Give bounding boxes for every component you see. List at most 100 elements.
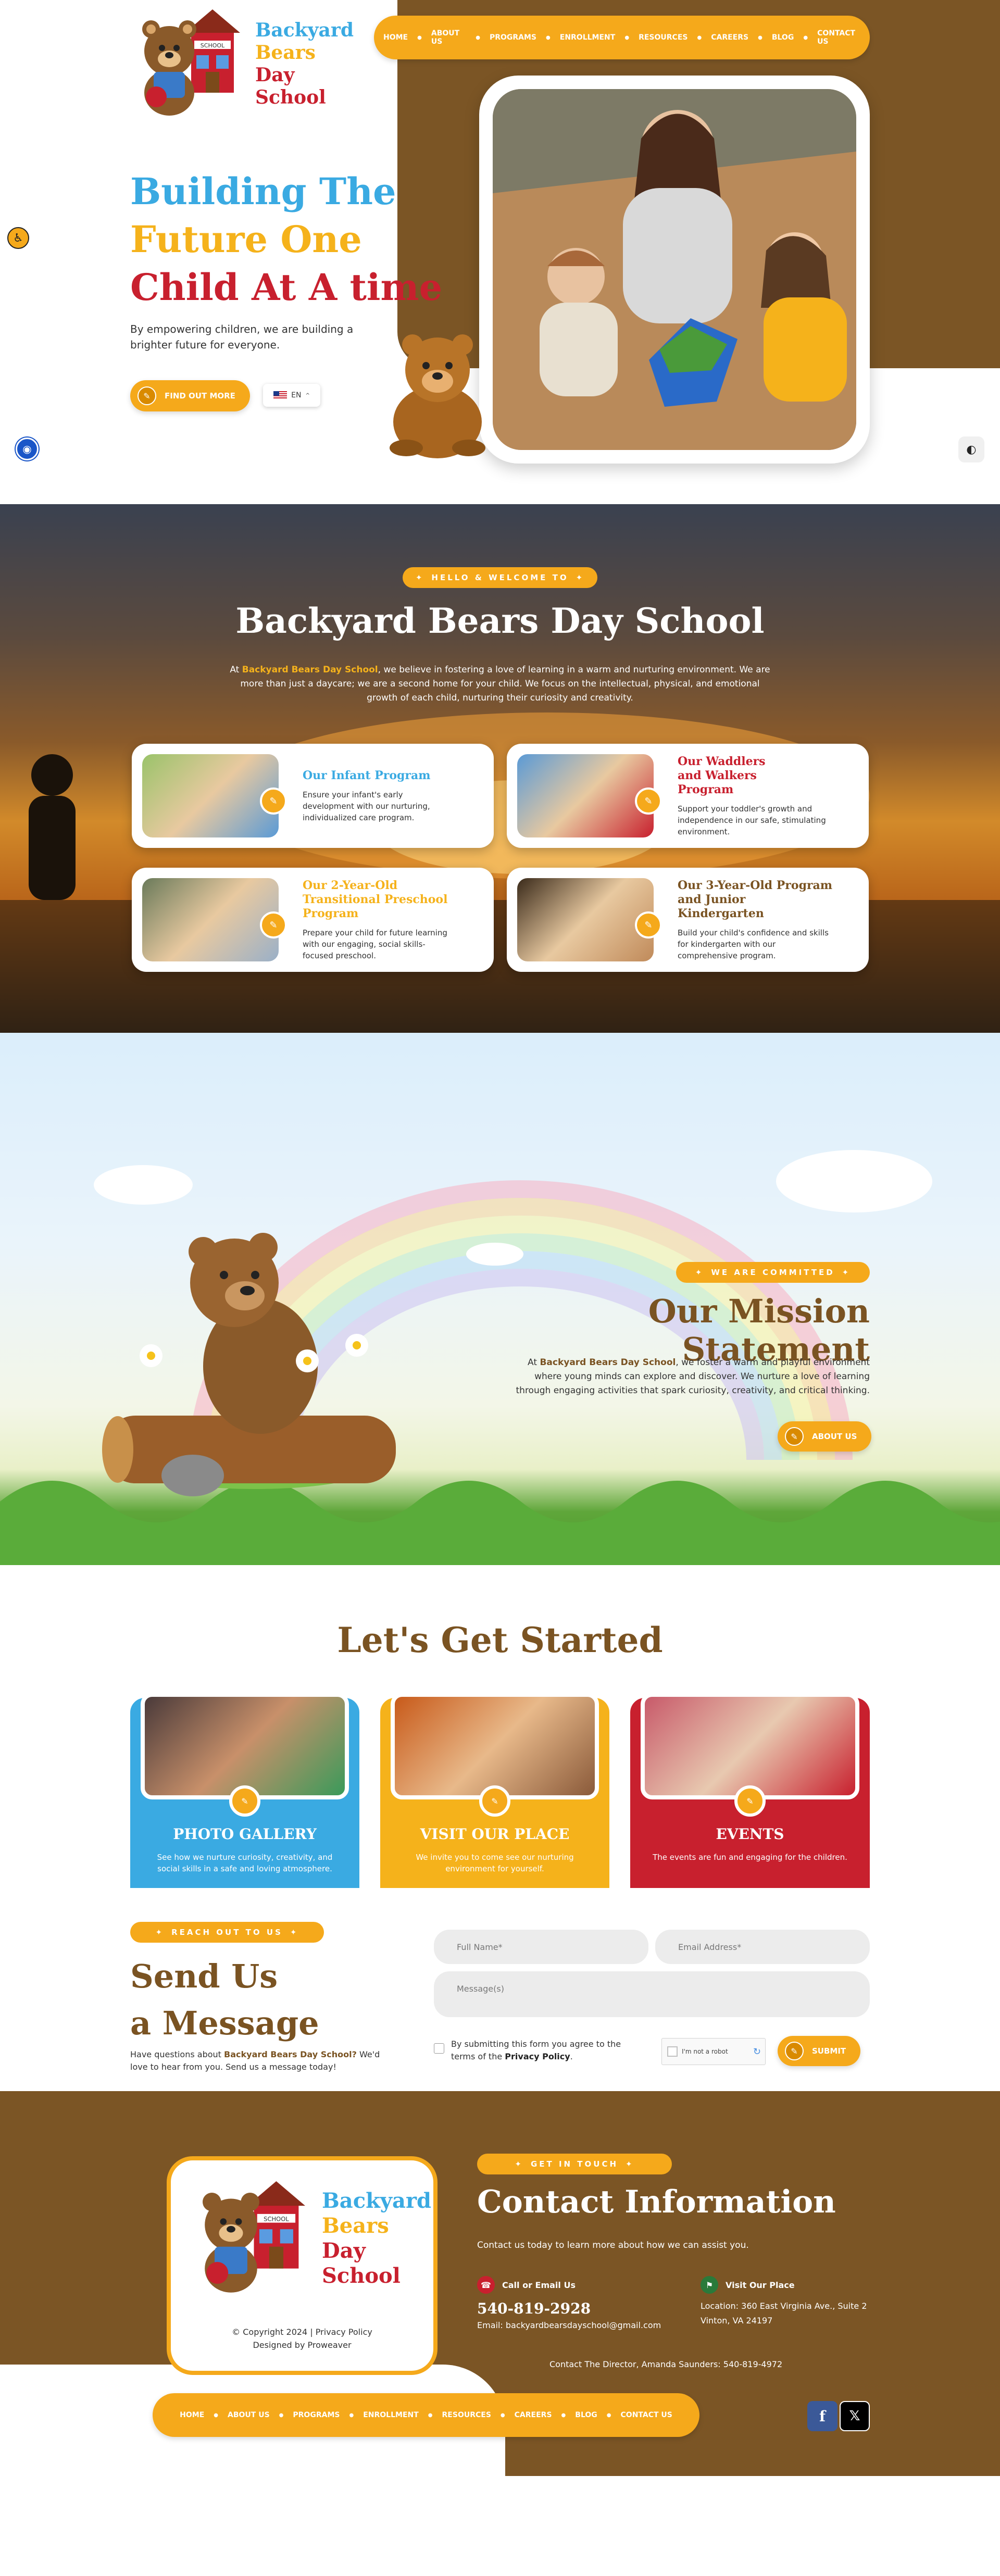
logo-line-3: Day [322, 2239, 366, 2263]
footer-nav-blog[interactable]: BLOG [566, 2411, 607, 2419]
nav-resources[interactable]: RESOURCES [629, 33, 697, 42]
user-way-icon[interactable]: ◉ [16, 437, 39, 460]
footer-nav-contact-us[interactable]: CONTACT US [611, 2411, 682, 2419]
mission-pill: ✦ WE ARE COMMITTED ✦ [676, 1262, 870, 1283]
mission-section: ✦ WE ARE COMMITTED ✦ Our Mission Stateme… [0, 1033, 1000, 1565]
privacy-policy-link[interactable]: Privacy Policy [505, 2052, 570, 2061]
card-text: See how we nurture curiosity, creativity… [157, 1853, 333, 1873]
recaptcha-widget[interactable]: I'm not a robot ↻ [661, 2038, 766, 2065]
theme-toggle-icon[interactable]: ◐ [958, 436, 984, 462]
nav-separator-dot: ● [803, 34, 808, 41]
footer-nav: HOME ● ABOUT US ● PROGRAMS ● ENROLLMENT ● RE… [153, 2393, 699, 2437]
send-message-text: Have questions about Backyard Bears Day … [130, 2048, 380, 2073]
location-text: Location: 360 East Virginia Ave., Suite … [701, 2301, 867, 2325]
send-message-text-brand: Backyard Bears Day School? [224, 2049, 357, 2059]
footer-nav-about-us[interactable]: ABOUT US [218, 2411, 279, 2419]
card-events[interactable]: ✎ EVENTS The events are fun and engaging… [630, 1693, 870, 1917]
program-photo: ✎ [142, 754, 287, 837]
nav-programs[interactable]: PROGRAMS [480, 33, 546, 42]
star-icon: ✦ [576, 573, 585, 582]
card-photo [141, 1693, 349, 1799]
star-icon: ✦ [155, 1928, 165, 1937]
us-flag-icon [273, 391, 288, 399]
nav-separator-dot: ● [500, 2412, 505, 2418]
hero-section: SCHOOL Backyard Bears Day School HOME ● A… [0, 0, 1000, 504]
designed-by-text[interactable]: Designed by Proweaver [171, 2340, 433, 2350]
footer-nav-careers[interactable]: CAREERS [505, 2411, 561, 2419]
accessibility-icon[interactable]: ♿ [7, 227, 29, 249]
hero-title-line-1: Building The [130, 170, 396, 213]
message-textarea[interactable]: Message(s) [434, 1971, 870, 2017]
find-out-more-label: FIND OUT MORE [165, 391, 235, 401]
star-icon: ✦ [515, 2159, 523, 2169]
program-card-waddlers[interactable]: ✎ Our Waddlers and Walkers Program Suppo… [507, 744, 869, 848]
welcome-title: Backyard Bears Day School [235, 601, 765, 641]
card-title: PHOTO GALLERY [173, 1825, 317, 1843]
welcome-intro: At Backyard Bears Day School, we believe… [224, 663, 776, 705]
nav-enrollment[interactable]: ENROLLMENT [551, 33, 625, 42]
nav-separator-dot: ● [417, 34, 422, 41]
email-input[interactable]: Email Address* [655, 1930, 870, 1964]
program-card-infant[interactable]: ✎ Our Infant Program Ensure your infant'… [132, 744, 494, 848]
footer-nav-enrollment[interactable]: ENROLLMENT [354, 2411, 428, 2419]
chat-bubble-icon: ✎ [479, 1785, 510, 1817]
nav-careers[interactable]: CAREERS [702, 33, 758, 42]
consent-checkbox[interactable] [434, 2043, 444, 2054]
footer-logo-card[interactable]: SCHOOL Backyard Bears Day School © Copyr… [167, 2156, 438, 2375]
site-logo[interactable]: SCHOOL Backyard Bears Day School [133, 9, 354, 119]
nav-separator-dot: ● [279, 2412, 284, 2418]
footer-logo-text: Backyard Bears Day School [322, 2189, 431, 2289]
about-us-button[interactable]: ✎ ABOUT US [778, 1421, 872, 1452]
language-selector[interactable]: EN ^ [263, 384, 320, 407]
program-title: Our 2-Year-Old Transitional Preschool Pr… [303, 878, 448, 920]
facebook-icon[interactable]: f [807, 2401, 838, 2431]
nav-about-us[interactable]: ABOUT US [422, 29, 476, 46]
footer-logo: SCHOOL Backyard Bears Day School [192, 2181, 431, 2296]
chat-bubble-icon: ✎ [785, 2042, 804, 2060]
mission-text-brand: Backyard Bears Day School [540, 1357, 676, 1368]
send-message-text-prefix: Have questions about [130, 2049, 221, 2059]
star-icon: ✦ [415, 573, 424, 582]
card-title: VISIT OUR PLACE [420, 1825, 570, 1843]
card-visit-our-place[interactable]: ✎ VISIT OUR PLACE We invite you to come … [380, 1693, 609, 1917]
contact-subtitle: Contact us today to learn more about how… [477, 2240, 749, 2250]
hero-photo-teacher-children [493, 89, 856, 450]
email-link[interactable]: Email: backyardbearsdayschool@gmail.com [477, 2320, 661, 2330]
chat-bubble-icon: ✎ [635, 911, 662, 939]
footer-nav-resources[interactable]: RESOURCES [433, 2411, 501, 2419]
program-card-3yo[interactable]: ✎ Our 3-Year-Old Program and Junior Kind… [507, 868, 869, 972]
phone-number-link[interactable]: 540-819-2928 [477, 2300, 661, 2317]
send-message-title-line-2: a Message [130, 2004, 319, 2042]
consent-text: By submitting this form you agree to the… [451, 2039, 621, 2061]
nav-contact-us[interactable]: CONTACT US [808, 29, 870, 46]
program-photo: ✎ [517, 878, 662, 961]
card-photo [641, 1693, 859, 1799]
find-out-more-button[interactable]: ✎ FIND OUT MORE [130, 380, 250, 411]
nav-separator-dot: ● [349, 2412, 354, 2418]
submit-button[interactable]: ✎ SUBMIT [778, 2036, 861, 2066]
main-nav: HOME ● ABOUT US ● PROGRAMS ● ENROLLMENT ● RE… [374, 16, 870, 59]
chat-bubble-icon: ✎ [785, 1427, 804, 1446]
x-twitter-icon[interactable]: 𝕏 [840, 2401, 870, 2431]
star-icon: ✦ [695, 1268, 704, 1277]
logo-line-4: School [255, 86, 326, 108]
director-contact-text[interactable]: Contact The Director, Amanda Saunders: 5… [549, 2359, 782, 2369]
submit-label: SUBMIT [812, 2046, 846, 2056]
nav-blog[interactable]: BLOG [762, 33, 804, 42]
logo-line-4: School [322, 2264, 401, 2288]
card-photo-gallery[interactable]: ✎ PHOTO GALLERY See how we nurture curio… [130, 1693, 359, 1917]
footer-nav-programs[interactable]: PROGRAMS [283, 2411, 349, 2419]
program-card-2yo[interactable]: ✎ Our 2-Year-Old Transitional Preschool … [132, 868, 494, 972]
send-message-title: Send Us a Message [130, 1953, 319, 2047]
star-icon: ✦ [842, 1268, 851, 1277]
chevron-up-icon: ^ [305, 392, 310, 398]
contact-title: Contact Information [477, 2184, 836, 2220]
nav-home[interactable]: HOME [374, 33, 417, 42]
nav-separator-dot: ● [214, 2412, 218, 2418]
chat-bubble-icon: ✎ [635, 787, 662, 815]
footer-nav-home[interactable]: HOME [170, 2411, 214, 2419]
recaptcha-checkbox[interactable] [667, 2046, 678, 2057]
footer-privacy-link[interactable]: Privacy Policy [316, 2327, 372, 2337]
copyright-text: © Copyright 2024 [232, 2327, 308, 2337]
full-name-input[interactable]: Full Name* [434, 1930, 648, 1964]
